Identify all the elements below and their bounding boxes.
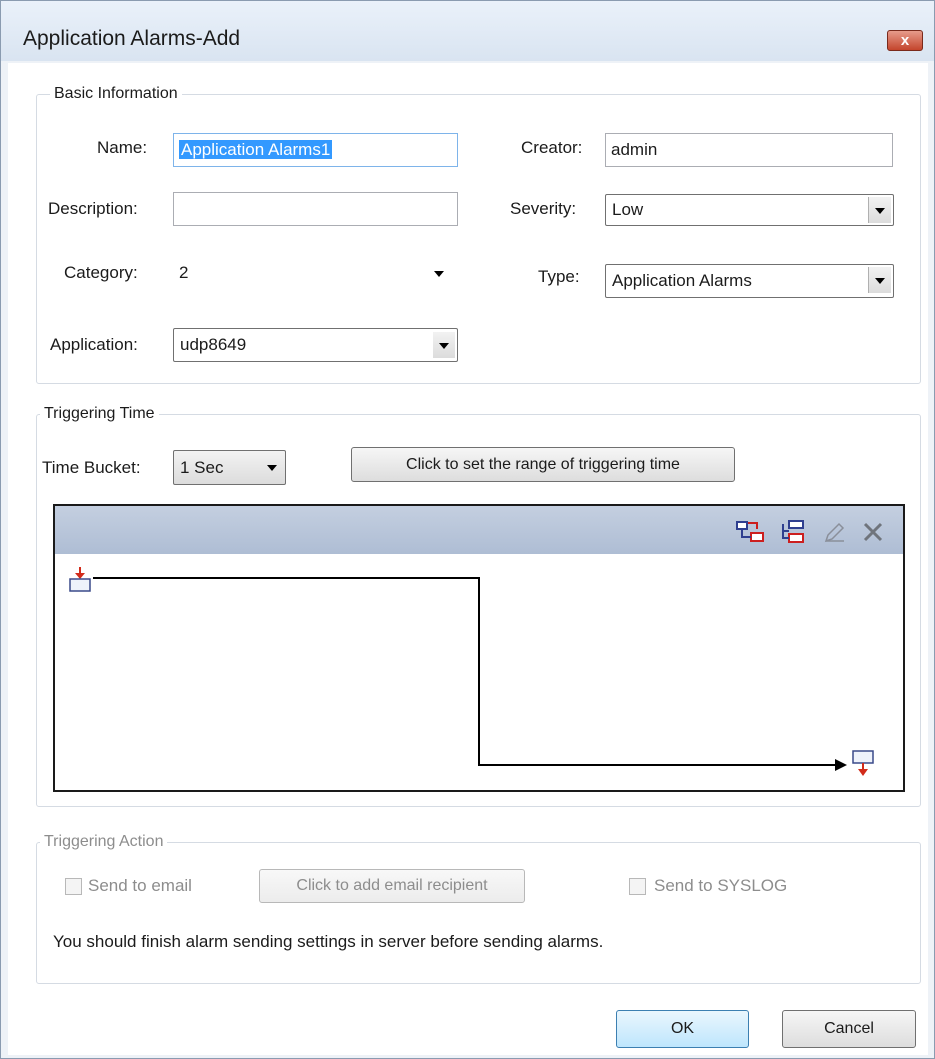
- time-bucket-select[interactable]: 1 Sec: [173, 450, 286, 485]
- add-email-recipient-button[interactable]: Click to add email recipient: [259, 869, 525, 903]
- dialog-body: Basic Information Name: Application Alar…: [8, 63, 928, 1055]
- chevron-down-icon: [875, 208, 885, 214]
- category-value: 2: [179, 263, 189, 282]
- triggering-action-legend: Triggering Action: [40, 833, 168, 851]
- trigger-flow-canvas[interactable]: [53, 504, 905, 792]
- basic-information-legend: Basic Information: [50, 85, 182, 103]
- alarm-settings-note: You should finish alarm sending settings…: [53, 932, 604, 951]
- creator-field[interactable]: admin: [605, 133, 893, 167]
- dialog-window: Application Alarms-Add x Basic Informati…: [0, 0, 935, 1059]
- chevron-down-icon: [439, 343, 449, 349]
- severity-label: Severity:: [510, 199, 577, 218]
- triggering-action-group: [36, 842, 921, 984]
- ok-button[interactable]: OK: [616, 1010, 749, 1048]
- triggering-time-legend: Triggering Time: [40, 405, 159, 423]
- send-to-email-label: Send to email: [88, 876, 192, 895]
- send-to-syslog-label: Send to SYSLOG: [654, 876, 788, 895]
- title-bar[interactable]: Application Alarms-Add x: [1, 1, 934, 61]
- time-bucket-dropdown-button[interactable]: [261, 453, 283, 479]
- dialog-title: Application Alarms-Add: [23, 27, 241, 50]
- name-input[interactable]: Application Alarms1: [173, 133, 458, 167]
- severity-value: Low: [612, 200, 644, 219]
- category-label: Category:: [64, 263, 138, 282]
- type-dropdown-button[interactable]: [868, 267, 891, 293]
- type-select[interactable]: Application Alarms: [605, 264, 894, 298]
- application-value: udp8649: [180, 335, 247, 354]
- creator-label: Creator:: [521, 138, 583, 157]
- cancel-button[interactable]: Cancel: [782, 1010, 916, 1048]
- flow-diagram: [93, 577, 847, 771]
- name-value: Application Alarms1: [179, 140, 333, 159]
- close-icon: x: [900, 32, 910, 49]
- set-triggering-time-range-button[interactable]: Click to set the range of triggering tim…: [351, 447, 735, 482]
- end-node-icon[interactable]: [851, 749, 875, 781]
- name-label: Name:: [97, 138, 148, 157]
- severity-dropdown-button[interactable]: [868, 197, 891, 223]
- send-to-syslog-checkbox[interactable]: [629, 878, 646, 895]
- chevron-down-icon: [875, 278, 885, 284]
- type-label: Type:: [538, 267, 580, 286]
- chevron-down-icon: [434, 271, 444, 277]
- close-button[interactable]: x: [887, 30, 923, 51]
- application-label: Application:: [50, 335, 138, 354]
- category-select[interactable]: 2: [173, 256, 458, 290]
- application-select[interactable]: udp8649: [173, 328, 458, 362]
- send-to-email-checkbox[interactable]: [65, 878, 82, 895]
- start-node-icon[interactable]: [67, 566, 93, 594]
- application-dropdown-button[interactable]: [433, 332, 455, 358]
- description-label: Description:: [48, 199, 138, 218]
- description-input[interactable]: [173, 192, 458, 226]
- chevron-down-icon: [267, 465, 277, 471]
- type-value: Application Alarms: [612, 271, 752, 290]
- time-bucket-value: 1 Sec: [180, 458, 224, 477]
- time-bucket-label: Time Bucket:: [42, 458, 141, 477]
- severity-select[interactable]: Low: [605, 194, 894, 226]
